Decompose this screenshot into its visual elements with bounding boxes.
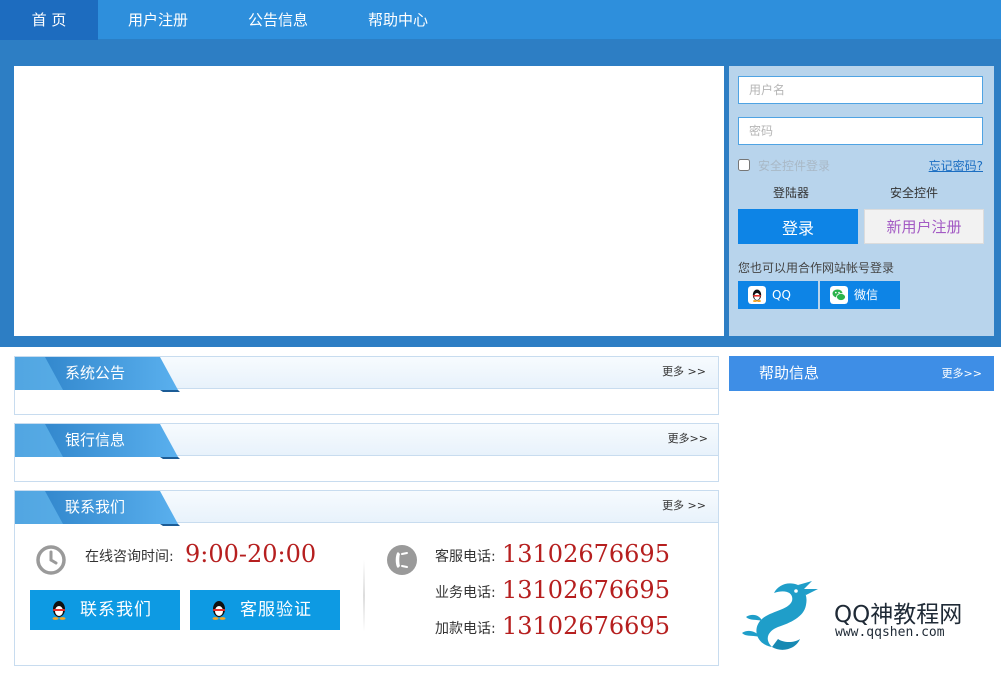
register-button[interactable]: 新用户注册 (864, 209, 984, 244)
more-link[interactable]: 更多>> (668, 424, 708, 454)
business-phone-label: 业务电话: (435, 585, 496, 601)
bank-panel: 银行信息 更多>> (14, 423, 719, 482)
online-hours-label: 在线咨询时间: (85, 549, 174, 565)
watermark-url: www.qqshen.com (835, 625, 945, 640)
dragon-logo-icon (742, 581, 818, 650)
username-input[interactable] (738, 76, 983, 104)
contact-us-button[interactable]: 联系我们 (30, 590, 180, 630)
top-nav: 首 页 用户注册 公告信息 帮助中心 (0, 0, 1001, 40)
panel-title: 联系我们 (65, 498, 126, 516)
qq-penguin-icon (52, 601, 66, 620)
site-watermark: QQ神教程网 www.qqshen.com (738, 575, 993, 660)
password-input[interactable] (738, 117, 983, 145)
nav-announcements[interactable]: 公告信息 (228, 0, 328, 40)
login-button[interactable]: 登录 (738, 209, 858, 244)
help-more-link[interactable]: 更多>> (942, 356, 982, 391)
partner-login-text: 您也可以用合作网站帐号登录 (738, 261, 895, 275)
phone-icon (387, 545, 417, 575)
panel-title: 系统公告 (65, 364, 126, 382)
panel-header: 银行信息 更多>> (15, 424, 718, 459)
wechat-label: 微信 (854, 288, 879, 302)
secure-login-checkbox[interactable] (738, 159, 750, 171)
clock-icon (36, 545, 66, 575)
qq-label: QQ (772, 288, 791, 302)
customer-verify-label: 客服验证 (240, 600, 312, 620)
security-control-link[interactable]: 安全控件 (890, 184, 938, 201)
secure-login-row: 安全控件登录 忘记密码? (738, 157, 983, 173)
login-panel: 安全控件登录 忘记密码? 登陆器 安全控件 登录 新用户注册 您也可以用合作网站… (729, 66, 994, 336)
business-phone-number: 13102676695 (502, 576, 670, 604)
customer-verify-button[interactable]: 客服验证 (190, 590, 340, 630)
more-link[interactable]: 更多 >> (662, 491, 706, 521)
qq-login-button[interactable]: QQ (738, 281, 818, 309)
watermark-title: QQ神教程网 (834, 602, 963, 628)
secure-login-label: 安全控件登录 (758, 159, 831, 173)
banner-area (14, 66, 724, 336)
panel-header: 系统公告 更多 >> (15, 357, 718, 392)
help-panel-header: 帮助信息 更多>> (729, 356, 994, 391)
panel-header: 联系我们 更多 >> (15, 491, 718, 526)
nav-register[interactable]: 用户注册 (108, 0, 208, 40)
wechat-icon (830, 286, 848, 304)
service-phone-label: 客服电话: (435, 549, 496, 565)
more-link[interactable]: 更多 >> (662, 357, 706, 387)
announcement-panel: 系统公告 更多 >> (14, 356, 719, 415)
online-hours-value: 9:00-20:00 (185, 540, 317, 568)
launcher-link[interactable]: 登陆器 (773, 184, 809, 201)
payment-phone-number: 13102676695 (502, 612, 670, 640)
panel-title: 银行信息 (65, 431, 126, 449)
qq-penguin-icon (748, 286, 766, 304)
payment-phone-label: 加款电话: (435, 621, 496, 637)
vertical-divider (363, 560, 365, 632)
nav-home[interactable]: 首 页 (0, 0, 98, 40)
wechat-login-button[interactable]: 微信 (820, 281, 900, 309)
qq-penguin-icon (212, 601, 226, 620)
contact-us-label: 联系我们 (80, 600, 152, 620)
help-panel-title: 帮助信息 (759, 364, 820, 382)
service-phone-number: 13102676695 (502, 540, 670, 568)
nav-help-center[interactable]: 帮助中心 (348, 0, 448, 40)
forgot-password-link[interactable]: 忘记密码? (929, 157, 983, 174)
